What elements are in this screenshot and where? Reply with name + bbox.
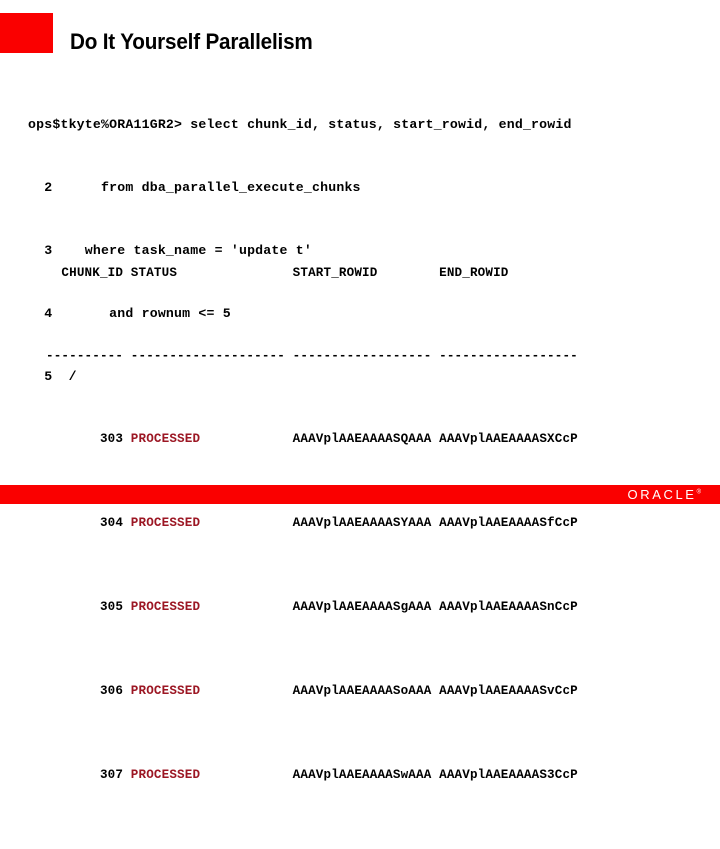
column-header-end-rowid: END_ROWID <box>439 266 578 280</box>
query-result-table: CHUNK_ID STATUS START_ROWID END_ROWID --… <box>46 200 578 849</box>
oracle-logo: ORACLE® <box>628 487 701 502</box>
footer-brand-bar <box>0 485 720 504</box>
status-badge: PROCESSED <box>130 768 285 782</box>
table-row: 306 PROCESSED AAAVplAAEAAAASoAAA AAAVplA… <box>46 681 578 702</box>
cell-chunk-id: 303 <box>46 432 124 446</box>
table-row: 304 PROCESSED AAAVplAAEAAAASYAAA AAAVplA… <box>46 513 578 534</box>
column-header-start-rowid: START_ROWID <box>292 266 432 280</box>
decorative-corner-block <box>0 13 53 53</box>
status-badge: PROCESSED <box>130 432 285 446</box>
cell-start-rowid: AAAVplAAEAAAASgAAA <box>292 600 432 614</box>
table-row: 303 PROCESSED AAAVplAAEAAAASQAAA AAAVplA… <box>46 429 578 450</box>
table-header-rule: ---------- -------------------- --------… <box>46 347 578 366</box>
slide-canvas: Do It Yourself Parallelism ops$tkyte%ORA… <box>0 0 720 782</box>
cell-end-rowid: AAAVplAAEAAAASfCcP <box>439 516 578 530</box>
rule-start-rowid: ------------------ <box>292 349 432 363</box>
cell-start-rowid: AAAVplAAEAAAASwAAA <box>292 768 432 782</box>
cell-start-rowid: AAAVplAAEAAAASQAAA <box>292 432 432 446</box>
rule-chunk-id: ---------- <box>46 349 124 363</box>
rule-status: -------------------- <box>130 349 285 363</box>
cell-chunk-id: 306 <box>46 684 124 698</box>
cell-chunk-id: 304 <box>46 516 124 530</box>
rule-end-rowid: ------------------ <box>439 349 578 363</box>
page-title: Do It Yourself Parallelism <box>70 29 313 54</box>
cell-end-rowid: AAAVplAAEAAAAS3CcP <box>439 768 578 782</box>
cell-end-rowid: AAAVplAAEAAAASXCcP <box>439 432 578 446</box>
cell-start-rowid: AAAVplAAEAAAASoAAA <box>292 684 432 698</box>
sql-line: 2 from dba_parallel_execute_chunks <box>28 180 361 195</box>
table-header-row: CHUNK_ID STATUS START_ROWID END_ROWID <box>46 263 578 284</box>
cell-chunk-id: 307 <box>46 768 124 782</box>
status-badge: PROCESSED <box>130 684 285 698</box>
status-badge: PROCESSED <box>130 516 285 530</box>
cell-end-rowid: AAAVplAAEAAAASvCcP <box>439 684 578 698</box>
cell-chunk-id: 305 <box>46 600 124 614</box>
oracle-wordmark: ORACLE <box>627 487 697 502</box>
cell-end-rowid: AAAVplAAEAAAASnCcP <box>439 600 578 614</box>
cell-start-rowid: AAAVplAAEAAAASYAAA <box>292 516 432 530</box>
status-badge: PROCESSED <box>130 600 285 614</box>
table-row: 307 PROCESSED AAAVplAAEAAAASwAAA AAAVplA… <box>46 765 578 786</box>
registered-mark-icon: ® <box>696 489 701 496</box>
table-row: 305 PROCESSED AAAVplAAEAAAASgAAA AAAVplA… <box>46 597 578 618</box>
sql-line: ops$tkyte%ORA11GR2> select chunk_id, sta… <box>28 117 572 132</box>
column-header-status: STATUS <box>130 266 285 280</box>
column-header-chunk-id: CHUNK_ID <box>46 266 124 280</box>
